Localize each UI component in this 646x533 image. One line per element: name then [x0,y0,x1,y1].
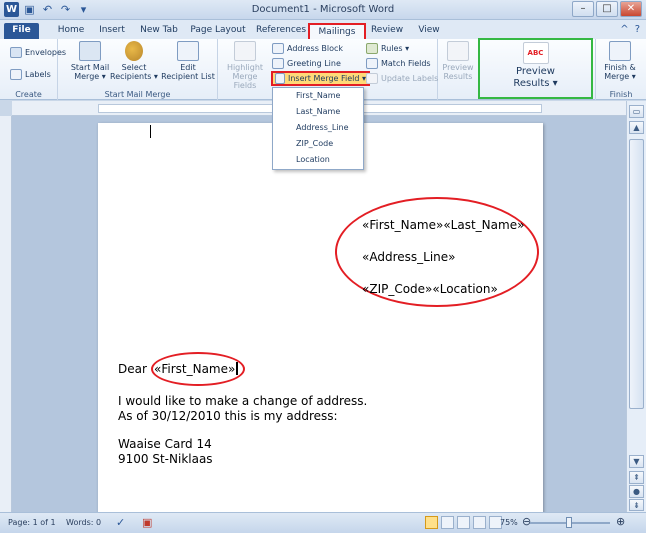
match-fields-button[interactable]: Match Fields [366,56,431,71]
rules-button[interactable]: Rules ▾ [366,41,409,56]
preview-results-button[interactable]: ABC Preview Results ▾ [480,42,591,90]
select-recipients-button[interactable]: Select Recipients ▾ [110,41,158,81]
highlight-icon [234,41,256,61]
text-cursor [150,125,151,138]
merge-field-dropdown: First_Name Last_Name Address_Line ZIP_Co… [272,87,364,170]
document-merge-icon [79,41,101,61]
scrollbar-thumb[interactable] [629,139,644,409]
help-icon[interactable]: ? [635,24,640,35]
preview-small-icon [447,41,469,61]
menu-item-first-name[interactable]: First_Name [273,88,363,104]
address-block-button[interactable]: Address Block [272,41,343,56]
page-count[interactable]: Page: 1 of 1 [8,518,56,527]
preview-results-small-button[interactable]: Preview Results [440,41,476,81]
tab-review[interactable]: Review [370,23,404,39]
tab-view[interactable]: View [414,23,444,39]
full-screen-reading-view-icon[interactable] [441,516,454,529]
tab-file[interactable]: File [4,23,39,39]
labels-button[interactable]: Labels [10,67,51,82]
group-label-finish: Finish [609,90,633,99]
merge-field-icon [275,73,285,84]
envelope-icon [10,47,22,58]
zoom-in-icon[interactable]: ⊕ [616,515,625,528]
finish-merge-button[interactable]: Finish & Merge ▾ [598,41,642,81]
rules-icon [366,43,378,54]
tab-references[interactable]: References [256,23,306,39]
zoom-level[interactable]: 75% [500,518,518,527]
zoom-slider-thumb[interactable] [566,517,572,528]
edit-recipient-list-button[interactable]: Edit Recipient List [160,41,216,81]
scroll-down-icon[interactable]: ▼ [629,455,644,468]
labels-icon [10,69,22,80]
window-title: Document1 - Microsoft Word [251,4,395,15]
edit-list-icon [177,41,199,61]
close-button[interactable]: ✕ [620,1,642,17]
title-bar: W ▣ ↶ ↷ ▾ Document1 - Microsoft Word – □… [0,0,646,20]
document-area: «First_Name»«Last_Name» «Address_Line» «… [12,116,626,512]
finish-merge-icon [609,41,631,61]
address-line-1: «First_Name»«Last_Name» [362,218,525,232]
previous-page-icon[interactable]: ⇞ [629,471,644,484]
address-block-icon [272,43,284,54]
greeting-line-button[interactable]: Greeting Line [272,56,341,71]
start-mail-merge-button[interactable]: Start Mail Merge ▾ [70,41,110,81]
web-layout-view-icon[interactable] [457,516,470,529]
address-line-3: «ZIP_Code»«Location» [362,282,498,296]
group-start-mail-merge: Start Mail Merge ▾ Select Recipients ▾ E… [58,39,218,100]
status-bar: Page: 1 of 1 Words: 0 ✓ ▣ 75% ⊖ ⊕ [0,512,646,533]
group-finish: Finish & Merge ▾ Finish [595,39,646,100]
ruler-toggle-icon[interactable]: ▭ [629,105,644,118]
vertical-ruler[interactable] [0,116,12,512]
word-count[interactable]: Words: 0 [66,518,101,527]
recipients-icon [125,41,143,61]
tab-page-layout[interactable]: Page Layout [190,23,246,39]
menu-item-last-name[interactable]: Last_Name [273,104,363,120]
menu-item-address-line[interactable]: Address_Line [273,120,363,136]
body-line-1: I would like to make a change of address… [118,394,368,408]
sender-address-line-2: 9100 St-Niklaas [118,452,213,466]
minimize-ribbon-icon[interactable]: ^ [620,24,628,35]
vertical-scrollbar[interactable]: ▭ ▲ ▼ ⇞ ● ⇟ [626,101,646,512]
address-line-2: «Address_Line» [362,250,456,264]
menu-item-zip-code[interactable]: ZIP_Code [273,136,363,152]
sender-address-line-1: Waaise Card 14 [118,437,212,451]
tab-mailings[interactable]: Mailings [308,23,366,39]
insert-merge-field-button[interactable]: Insert Merge Field ▾ [271,71,371,86]
group-label-create: Create [15,90,42,99]
tab-home[interactable]: Home [54,23,88,39]
minimize-button[interactable]: – [572,1,594,17]
body-line-2: As of 30/12/2010 this is my address: [118,409,338,423]
update-labels-button[interactable]: Update Labels [366,71,438,86]
menu-item-location[interactable]: Location [273,152,363,168]
greeting-field: «First_Name» [154,362,236,376]
update-labels-icon [366,73,378,84]
group-preview-small: Preview Results [438,39,478,100]
tab-insert[interactable]: Insert [96,23,128,39]
insertion-cursor [236,362,238,375]
macro-record-icon[interactable]: ▣ [142,516,152,529]
maximize-button[interactable]: □ [596,1,618,17]
next-page-icon[interactable]: ⇟ [629,499,644,511]
group-label-start-mail-merge: Start Mail Merge [104,90,171,99]
proofing-icon[interactable]: ✓ [116,516,125,529]
greeting-line-icon [272,58,284,69]
highlight-merge-fields-button[interactable]: Highlight Merge Fields [220,41,270,90]
greeting-prefix: Dear [118,362,147,376]
group-create: Envelopes Labels Create [0,39,66,100]
scroll-up-icon[interactable]: ▲ [629,121,644,134]
outline-view-icon[interactable] [473,516,486,529]
view-buttons [425,516,502,529]
ribbon-tabs: File Home Insert New Tab Page Layout Ref… [0,20,646,39]
document-page[interactable]: «First_Name»«Last_Name» «Address_Line» «… [98,123,543,512]
browse-object-icon[interactable]: ● [629,485,644,498]
tab-new-tab[interactable]: New Tab [138,23,180,39]
match-fields-icon [366,58,378,69]
print-layout-view-icon[interactable] [425,516,438,529]
preview-abc-icon: ABC [522,42,549,64]
